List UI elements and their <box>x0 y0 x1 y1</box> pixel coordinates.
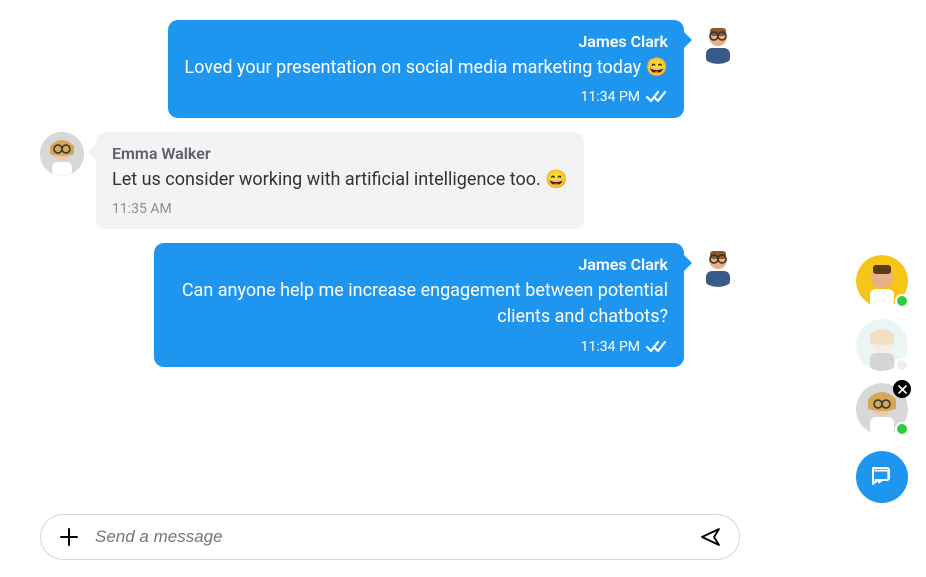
status-indicator-online <box>895 422 909 436</box>
message-meta: 11:35 AM <box>112 199 568 219</box>
message-input-bar <box>40 514 740 560</box>
message-input[interactable] <box>95 527 699 547</box>
contact-item[interactable] <box>856 319 908 371</box>
message-meta: 11:34 PM <box>170 337 668 357</box>
message-text: Let us consider working with artificial … <box>112 167 568 193</box>
message-row: James Clark Loved your presentation on s… <box>40 20 740 118</box>
status-indicator-offline <box>895 358 909 372</box>
message-meta: 11:34 PM <box>184 87 668 107</box>
close-icon[interactable] <box>893 380 911 398</box>
message-text: Can anyone help me increase engagement b… <box>170 278 668 330</box>
new-chat-button[interactable] <box>856 451 908 503</box>
sender-avatar[interactable] <box>696 20 740 64</box>
chat-area: James Clark Loved your presentation on s… <box>40 20 740 560</box>
sender-avatar[interactable] <box>40 132 84 176</box>
status-indicator-online <box>895 294 909 308</box>
message-bubble-incoming: Emma Walker Let us consider working with… <box>96 132 584 230</box>
contact-item[interactable] <box>856 383 908 435</box>
read-receipt-icon <box>646 90 668 104</box>
message-time: 11:35 AM <box>112 199 172 219</box>
sender-name: Emma Walker <box>112 142 568 165</box>
message-row: James Clark Can anyone help me increase … <box>40 243 740 367</box>
message-time: 11:34 PM <box>581 337 640 357</box>
message-time: 11:34 PM <box>581 87 640 107</box>
read-receipt-icon <box>646 340 668 354</box>
attach-button[interactable] <box>57 525 81 549</box>
contact-item[interactable] <box>856 255 908 307</box>
sender-name: James Clark <box>184 30 668 53</box>
sender-name: James Clark <box>170 253 668 276</box>
message-bubble-outgoing: James Clark Can anyone help me increase … <box>154 243 684 367</box>
message-bubble-outgoing: James Clark Loved your presentation on s… <box>168 20 684 118</box>
send-button[interactable] <box>699 525 723 549</box>
message-text: Loved your presentation on social media … <box>184 55 668 81</box>
contacts-rail <box>856 255 908 503</box>
chat-icon <box>869 464 895 490</box>
message-row: Emma Walker Let us consider working with… <box>40 132 740 230</box>
sender-avatar[interactable] <box>696 243 740 287</box>
